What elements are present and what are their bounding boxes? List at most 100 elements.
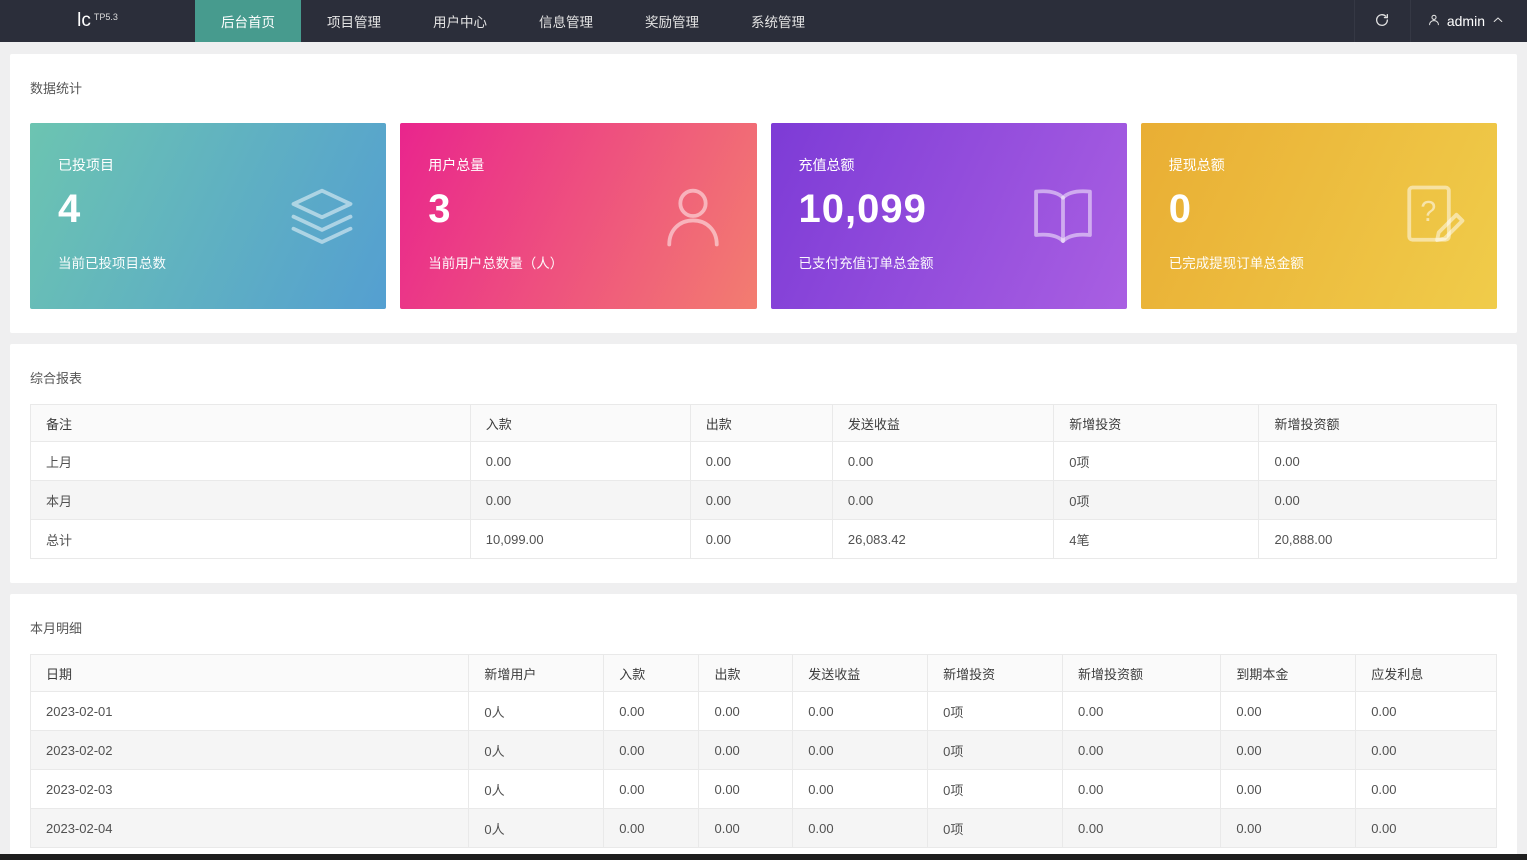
table-cell: 0.00: [793, 692, 928, 731]
table-cell: 0项: [928, 770, 1063, 809]
month-detail-panel: 本月明细 日期新增用户入款出款发送收益新增投资新增投资额到期本金应发利息2023…: [10, 594, 1517, 860]
table-cell: 0人: [469, 809, 604, 848]
table-cell: 0.00: [832, 481, 1053, 520]
table-cell: 0项: [928, 692, 1063, 731]
nav-item[interactable]: 项目管理: [301, 0, 407, 42]
table-cell: 2023-02-01: [31, 692, 469, 731]
table-cell: 0.00: [604, 692, 699, 731]
column-header: 新增用户: [469, 655, 604, 692]
table-cell: 20,888.00: [1259, 520, 1497, 559]
report-table: 备注入款出款发送收益新增投资新增投资额上月0.000.000.000项0.00本…: [30, 404, 1497, 559]
table-cell: 0.00: [699, 770, 793, 809]
main-nav: 后台首页项目管理用户中心信息管理奖励管理系统管理: [195, 0, 831, 42]
stat-desc: 当前已投项目总数: [58, 252, 358, 272]
nav-item[interactable]: 用户中心: [407, 0, 513, 42]
table-cell: 总计: [31, 520, 471, 559]
table-cell: 0项: [1054, 481, 1259, 520]
nav-item[interactable]: 信息管理: [513, 0, 619, 42]
table-cell: 0项: [928, 809, 1063, 848]
table-header-row: 备注入款出款发送收益新增投资新增投资额: [31, 405, 1497, 442]
table-cell: 0人: [469, 692, 604, 731]
table-cell: 0.00: [1356, 692, 1497, 731]
table-cell: 10,099.00: [470, 520, 690, 559]
table-cell: 0.00: [1356, 809, 1497, 848]
logo-version: TP5.3: [94, 12, 118, 22]
username: admin: [1447, 13, 1485, 29]
table-cell: 0.00: [1356, 731, 1497, 770]
logo-text: lc: [77, 10, 91, 32]
column-header: 出款: [690, 405, 832, 442]
table-cell: 0.00: [793, 731, 928, 770]
column-header: 发送收益: [832, 405, 1053, 442]
user-icon: [655, 178, 731, 254]
column-header: 入款: [470, 405, 690, 442]
refresh-button[interactable]: [1354, 0, 1410, 42]
table-cell: 0.00: [690, 520, 832, 559]
table-row: 2023-02-040人0.000.000.000项0.000.000.00: [31, 809, 1497, 848]
stat-card-total-users[interactable]: 用户总量 3 当前用户总数量（人）: [400, 123, 756, 309]
column-header: 出款: [699, 655, 793, 692]
table-row: 总计10,099.000.0026,083.424笔20,888.00: [31, 520, 1497, 559]
layers-icon: [284, 178, 360, 254]
table-cell: 0.00: [1221, 731, 1356, 770]
user-menu[interactable]: admin: [1410, 0, 1527, 42]
nav-item[interactable]: 奖励管理: [619, 0, 725, 42]
navbar-right: admin: [1354, 0, 1527, 42]
column-header: 新增投资额: [1063, 655, 1221, 692]
table-cell: 上月: [31, 442, 471, 481]
table-cell: 0.00: [832, 442, 1053, 481]
book-icon: [1025, 178, 1101, 254]
chevron-up-icon: [1491, 13, 1505, 30]
stat-label: 用户总量: [428, 155, 728, 175]
nav-item[interactable]: 系统管理: [725, 0, 831, 42]
column-header: 新增投资: [928, 655, 1063, 692]
table-cell: 0项: [928, 731, 1063, 770]
table-cell: 0.00: [699, 692, 793, 731]
table-cell: 0.00: [604, 731, 699, 770]
table-cell: 0.00: [1356, 770, 1497, 809]
table-cell: 0.00: [1063, 731, 1221, 770]
nav-item[interactable]: 后台首页: [195, 0, 301, 42]
table-cell: 0.00: [699, 731, 793, 770]
stat-cards: 已投项目 4 当前已投项目总数 用户总量 3 当前用户总数量（人） 充值总额 1…: [30, 123, 1497, 309]
month-detail-title: 本月明细: [30, 618, 1497, 637]
stat-card-total-withdraw[interactable]: 提现总额 0 已完成提现订单总金额 ?: [1141, 123, 1497, 309]
stat-card-total-recharge[interactable]: 充值总额 10,099 已支付充值订单总金额: [771, 123, 1127, 309]
table-cell: 0人: [469, 731, 604, 770]
document-pen-icon: ?: [1395, 178, 1471, 254]
table-cell: 0.00: [793, 770, 928, 809]
app-logo[interactable]: lcTP5.3: [0, 0, 195, 42]
report-title: 综合报表: [30, 368, 1497, 387]
column-header: 新增投资: [1054, 405, 1259, 442]
table-cell: 4笔: [1054, 520, 1259, 559]
table-header-row: 日期新增用户入款出款发送收益新增投资新增投资额到期本金应发利息: [31, 655, 1497, 692]
table-cell: 2023-02-03: [31, 770, 469, 809]
table-cell: 0人: [469, 770, 604, 809]
table-cell: 0.00: [699, 809, 793, 848]
table-row: 2023-02-020人0.000.000.000项0.000.000.00: [31, 731, 1497, 770]
table-cell: 0.00: [1259, 481, 1497, 520]
table-cell: 0.00: [793, 809, 928, 848]
stat-label: 充值总额: [799, 155, 1099, 175]
column-header: 应发利息: [1356, 655, 1497, 692]
refresh-icon: [1374, 12, 1390, 31]
report-panel: 综合报表 备注入款出款发送收益新增投资新增投资额上月0.000.000.000项…: [10, 344, 1517, 583]
table-cell: 0.00: [470, 442, 690, 481]
stat-desc: 当前用户总数量（人）: [428, 252, 728, 272]
column-header: 日期: [31, 655, 469, 692]
table-cell: 0.00: [604, 809, 699, 848]
table-cell: 2023-02-04: [31, 809, 469, 848]
column-header: 新增投资额: [1259, 405, 1497, 442]
stat-desc: 已完成提现订单总金额: [1169, 252, 1469, 272]
table-row: 2023-02-010人0.000.000.000项0.000.000.00: [31, 692, 1497, 731]
table-row: 本月0.000.000.000项0.00: [31, 481, 1497, 520]
table-cell: 0.00: [1259, 442, 1497, 481]
column-header: 备注: [31, 405, 471, 442]
stat-card-invested-projects[interactable]: 已投项目 4 当前已投项目总数: [30, 123, 386, 309]
table-cell: 26,083.42: [832, 520, 1053, 559]
table-cell: 2023-02-02: [31, 731, 469, 770]
stat-label: 提现总额: [1169, 155, 1469, 175]
stat-desc: 已支付充值订单总金额: [799, 252, 1099, 272]
table-row: 2023-02-030人0.000.000.000项0.000.000.00: [31, 770, 1497, 809]
user-icon: [1427, 13, 1441, 30]
